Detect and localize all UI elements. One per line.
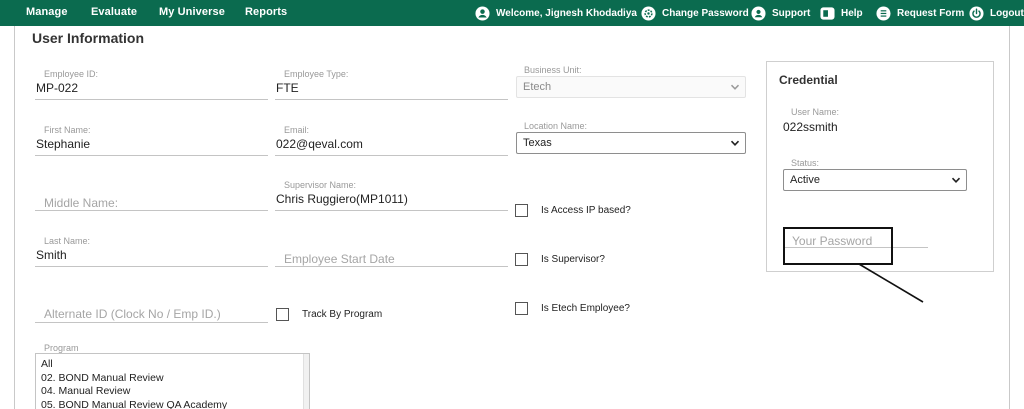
user-icon bbox=[475, 5, 490, 21]
program-listbox[interactable]: All 02. BOND Manual Review 04. Manual Re… bbox=[35, 353, 310, 409]
supervisor-name-underline bbox=[275, 210, 508, 211]
employee-type-field[interactable]: FTE bbox=[276, 81, 299, 95]
last-name-field[interactable]: Smith bbox=[36, 248, 67, 262]
middle-name-field[interactable]: Middle Name: bbox=[44, 196, 118, 210]
access-ip-label: Is Access IP based? bbox=[541, 205, 631, 216]
gear-icon bbox=[641, 5, 656, 21]
employee-id-label: Employee ID: bbox=[44, 69, 99, 79]
support-link[interactable]: Support bbox=[751, 4, 810, 22]
help-icon bbox=[820, 6, 835, 20]
user-name-value: 022ssmith bbox=[783, 120, 838, 134]
change-password-link[interactable]: Change Password bbox=[641, 4, 749, 22]
alternate-id-underline bbox=[35, 322, 268, 323]
annotation-arrow bbox=[858, 263, 924, 303]
email-underline bbox=[275, 155, 508, 156]
nav-reports[interactable]: Reports bbox=[245, 6, 287, 18]
employee-type-label: Employee Type: bbox=[284, 69, 349, 79]
chevron-down-icon bbox=[730, 84, 740, 90]
logout-label: Logout bbox=[990, 7, 1024, 19]
is-etech-employee-label: Is Etech Employee? bbox=[541, 303, 630, 314]
last-name-label: Last Name: bbox=[44, 236, 91, 246]
status-select[interactable]: Active bbox=[783, 169, 967, 191]
nav-evaluate[interactable]: Evaluate bbox=[91, 6, 137, 18]
is-etech-employee-checkbox[interactable] bbox=[515, 302, 528, 315]
program-label: Program bbox=[44, 343, 79, 353]
status-label: Status: bbox=[791, 158, 820, 168]
program-list-scrollbar[interactable] bbox=[303, 354, 309, 409]
request-form-link[interactable]: Request Form bbox=[876, 4, 964, 22]
help-link[interactable]: Help bbox=[820, 4, 863, 22]
nav-manage[interactable]: Manage bbox=[26, 6, 68, 18]
employee-id-field[interactable]: MP-022 bbox=[36, 81, 78, 95]
employee-type-underline bbox=[275, 99, 508, 100]
help-label: Help bbox=[841, 7, 863, 19]
location-name-label: Location Name: bbox=[524, 121, 588, 131]
business-unit-select[interactable]: Etech bbox=[516, 76, 746, 98]
is-supervisor-label: Is Supervisor? bbox=[541, 254, 605, 265]
annotation-highlight-box bbox=[783, 227, 893, 265]
credential-title: Credential bbox=[779, 73, 838, 87]
welcome-user[interactable]: Welcome, Jignesh Khodadiya bbox=[475, 4, 637, 22]
power-icon bbox=[969, 5, 984, 21]
business-unit-value: Etech bbox=[523, 81, 552, 93]
chevron-down-icon bbox=[730, 140, 740, 146]
page-title: User Information bbox=[32, 30, 145, 46]
request-form-label: Request Form bbox=[897, 7, 965, 19]
email-label: Email: bbox=[284, 125, 310, 135]
first-name-label: First Name: bbox=[44, 125, 91, 135]
track-by-program-checkbox[interactable] bbox=[276, 308, 289, 321]
program-option-05[interactable]: 05. BOND Manual Review QA Academy bbox=[36, 399, 309, 409]
supervisor-name-field[interactable]: Chris Ruggiero(MP1011) bbox=[276, 192, 408, 206]
program-option-02[interactable]: 02. BOND Manual Review bbox=[36, 372, 309, 386]
status-value: Active bbox=[790, 174, 820, 186]
support-icon bbox=[751, 5, 766, 21]
alternate-id-field[interactable]: Alternate ID (Clock No / Emp ID.) bbox=[44, 307, 221, 321]
change-password-label: Change Password bbox=[662, 7, 749, 19]
employee-start-date-underline bbox=[275, 266, 508, 267]
employee-id-underline bbox=[35, 99, 268, 100]
location-name-value: Texas bbox=[523, 137, 552, 149]
is-supervisor-checkbox[interactable] bbox=[515, 253, 528, 266]
supervisor-name-label: Supervisor Name: bbox=[284, 180, 357, 190]
middle-name-underline bbox=[35, 210, 268, 211]
chevron-down-icon bbox=[951, 177, 961, 183]
program-option-all[interactable]: All bbox=[36, 358, 309, 372]
track-by-program-label: Track By Program bbox=[302, 309, 383, 320]
last-name-underline bbox=[35, 266, 268, 267]
program-option-04[interactable]: 04. Manual Review bbox=[36, 385, 309, 399]
employee-start-date-field[interactable]: Employee Start Date bbox=[284, 252, 395, 266]
location-name-select[interactable]: Texas bbox=[516, 132, 746, 154]
logout-link[interactable]: Logout bbox=[969, 4, 1024, 22]
top-nav: Manage Evaluate My Universe Reports Welc… bbox=[0, 0, 1024, 26]
support-label: Support bbox=[772, 7, 811, 19]
user-name-label: User Name: bbox=[791, 107, 840, 117]
access-ip-checkbox[interactable] bbox=[515, 204, 528, 217]
welcome-text: Welcome, Jignesh Khodadiya bbox=[496, 7, 637, 19]
business-unit-label: Business Unit: bbox=[524, 65, 582, 75]
first-name-underline bbox=[35, 155, 268, 156]
nav-my-universe[interactable]: My Universe bbox=[159, 6, 225, 18]
first-name-field[interactable]: Stephanie bbox=[36, 137, 90, 151]
form-icon bbox=[876, 5, 891, 21]
email-field[interactable]: 022@qeval.com bbox=[276, 137, 363, 151]
